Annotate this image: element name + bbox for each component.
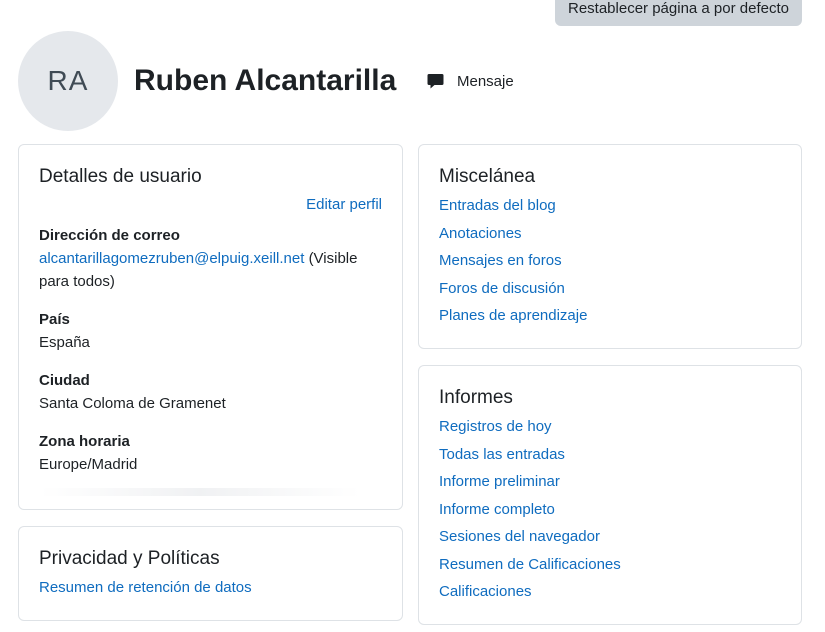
- grades-link[interactable]: Calificaciones: [439, 583, 532, 600]
- user-details-title: Detalles de usuario: [39, 166, 202, 187]
- faded-content: [40, 488, 360, 496]
- privacy-card: Privacidad y Políticas Resumen de retenc…: [18, 526, 403, 621]
- forum-posts-link[interactable]: Mensajes en foros: [439, 252, 562, 269]
- misc-card: Miscelánea Entradas del blog Anotaciones…: [418, 144, 802, 349]
- email-link[interactable]: alcantarillagomezruben@elpuig.xeill.net: [39, 250, 304, 267]
- complete-report-link[interactable]: Informe completo: [439, 501, 555, 518]
- country-value: España: [39, 334, 90, 351]
- city-label: Ciudad: [39, 372, 90, 389]
- email-row: alcantarillagomezruben@elpuig.xeill.net …: [39, 247, 384, 293]
- reset-page-button[interactable]: Restablecer página a por defecto: [555, 0, 802, 26]
- list-item: Calificaciones: [439, 581, 621, 609]
- browser-sessions-link[interactable]: Sesiones del navegador: [439, 528, 600, 545]
- list-item: Informe preliminar: [439, 471, 621, 499]
- email-label: Dirección de correo: [39, 227, 180, 244]
- user-details-list: Dirección de correo alcantarillagomezrub…: [39, 224, 384, 491]
- list-item: Anotaciones: [439, 223, 587, 251]
- speech-bubble-icon: [427, 73, 444, 90]
- blog-entries-link[interactable]: Entradas del blog: [439, 197, 556, 214]
- avatar: RA: [18, 31, 118, 131]
- message-button[interactable]: Mensaje: [427, 70, 514, 92]
- reports-title: Informes: [439, 387, 513, 408]
- list-item: Sesiones del navegador: [439, 526, 621, 554]
- list-item: Informe completo: [439, 499, 621, 527]
- list-item: Foros de discusión: [439, 278, 587, 306]
- user-details-card: Detalles de usuario Editar perfil Direcc…: [18, 144, 403, 510]
- forum-discussions-link[interactable]: Foros de discusión: [439, 280, 565, 297]
- list-item: Resumen de Calificaciones: [439, 554, 621, 582]
- timezone-value: Europe/Madrid: [39, 456, 138, 473]
- learning-plans-link[interactable]: Planes de aprendizaje: [439, 307, 587, 324]
- reports-card: Informes Registros de hoy Todas las entr…: [418, 365, 802, 625]
- misc-title: Miscelánea: [439, 166, 536, 187]
- list-item: Registros de hoy: [439, 416, 621, 444]
- avatar-initials: RA: [47, 65, 89, 96]
- grades-overview-link[interactable]: Resumen de Calificaciones: [439, 556, 621, 573]
- all-logs-link[interactable]: Todas las entradas: [439, 446, 565, 463]
- list-item: Planes de aprendizaje: [439, 305, 587, 333]
- timezone-label: Zona horaria: [39, 433, 130, 450]
- city-value: Santa Coloma de Gramenet: [39, 395, 226, 412]
- notes-link[interactable]: Anotaciones: [439, 225, 522, 242]
- todays-logs-link[interactable]: Registros de hoy: [439, 418, 552, 435]
- message-label: Mensaje: [457, 72, 514, 90]
- privacy-title: Privacidad y Políticas: [39, 548, 220, 569]
- outline-report-link[interactable]: Informe preliminar: [439, 473, 560, 490]
- list-item: Resumen de retención de datos: [39, 577, 252, 605]
- list-item: Entradas del blog: [439, 195, 587, 223]
- edit-profile-link[interactable]: Editar perfil: [306, 196, 382, 213]
- country-label: País: [39, 311, 70, 328]
- misc-links: Entradas del blog Anotaciones Mensajes e…: [439, 195, 587, 333]
- list-item: Mensajes en foros: [439, 250, 587, 278]
- reports-links: Registros de hoy Todas las entradas Info…: [439, 416, 621, 609]
- user-fullname: Ruben Alcantarilla: [134, 64, 397, 97]
- data-retention-summary-link[interactable]: Resumen de retención de datos: [39, 579, 252, 596]
- list-item: Todas las entradas: [439, 444, 621, 472]
